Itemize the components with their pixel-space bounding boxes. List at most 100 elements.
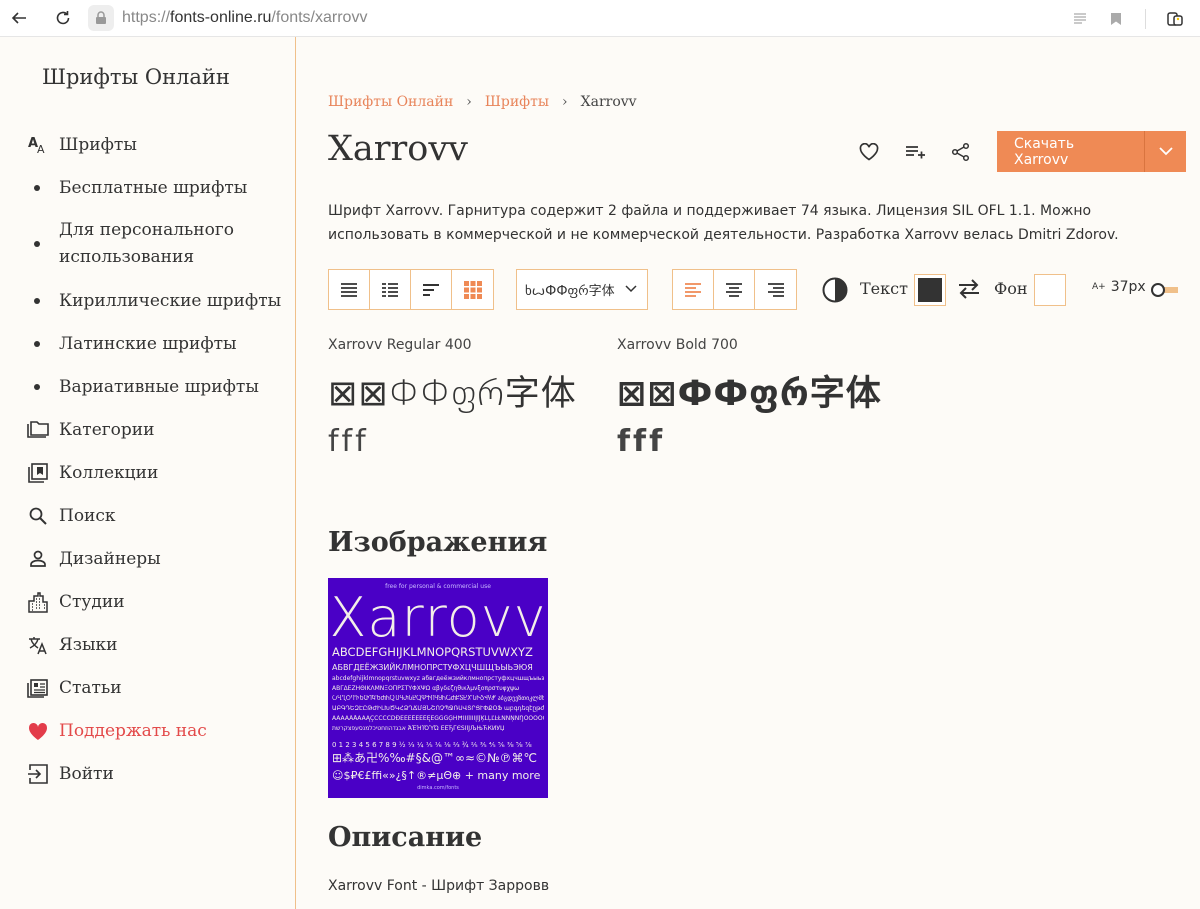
sidebar-item-label: Кириллические шрифты — [59, 290, 282, 311]
contrast-icon[interactable] — [822, 277, 848, 307]
style-name: Xarrovv Regular 400 — [328, 337, 472, 353]
add-to-list-icon[interactable] — [900, 137, 930, 167]
font-actions: Скачать Xarrovv — [854, 131, 1186, 172]
sidebar-item-label: Категории — [59, 419, 155, 440]
sidebar-item-fonts[interactable]: AA Шрифты — [26, 123, 294, 166]
breadcrumb: Шрифты Онлайн › Шрифты › Xarrovv — [328, 94, 637, 110]
sidebar-item-personal-use[interactable]: Для персонального использования — [26, 209, 294, 279]
align-toggle-group — [672, 269, 797, 310]
login-icon — [26, 762, 50, 786]
extension-icon[interactable] — [1160, 4, 1190, 34]
favorite-heart-icon[interactable] — [854, 137, 884, 167]
style-card-regular[interactable]: Xarrovv Regular 400 ⊠⊠ФФფრ字体 fff — [328, 337, 577, 459]
sidebar-item-label: Языки — [59, 634, 118, 655]
sidebar-item-label: Бесплатные шрифты — [59, 177, 248, 198]
sidebar-item-support[interactable]: Поддержать нас — [26, 709, 294, 752]
font-preview-image[interactable]: free for personal & commercial use Xarro… — [328, 578, 548, 798]
text-color-label: Текст — [860, 279, 908, 298]
sidebar-item-label: Дизайнеры — [59, 548, 161, 569]
sidebar-item-search[interactable]: Поиск — [26, 494, 294, 537]
sidebar-item-login[interactable]: Войти — [26, 752, 294, 795]
preview-line: ☺$₽€£ffi«»¿§↑®≠μΘ⊕ + many more — [332, 769, 541, 782]
font-size-control: A+ 37px — [1092, 279, 1146, 295]
reader-mode-icon[interactable] — [1065, 4, 1095, 34]
sidebar-item-label: Поиск — [59, 505, 116, 526]
images-heading: Изображения — [328, 527, 548, 558]
font-size-slider[interactable] — [1150, 282, 1178, 298]
style-sample-secondary: fff — [328, 424, 369, 459]
font-description: Шрифт Xarrovv. Гарнитура содержит 2 файл… — [328, 203, 1119, 243]
sidebar-item-label: Войти — [59, 763, 114, 784]
preview-line: АБВГДЕЁЖЗИЙКЛМНОПРСТУФХЦЧШЩЪЫЬЭЮЯ — [332, 663, 533, 672]
style-name: Xarrovv Bold 700 — [617, 337, 738, 353]
lock-icon[interactable] — [88, 5, 114, 31]
page-title: Xarrovv — [328, 129, 468, 169]
sidebar-item-articles[interactable]: Статьи — [26, 666, 294, 709]
url-prefix: https:// — [122, 9, 171, 26]
address-bar[interactable]: https://fonts-online.ru/fonts/xarrovv — [122, 9, 367, 27]
layout-compact-icon[interactable] — [411, 270, 452, 309]
preview-title: Xarrovv — [329, 586, 547, 649]
font-size-icon: A+ — [1092, 282, 1106, 292]
chevron-down-icon[interactable] — [1145, 131, 1186, 172]
sidebar-item-label: Поддержать нас — [59, 720, 207, 741]
chevron-down-icon — [625, 282, 637, 297]
download-label[interactable]: Скачать Xarrovv — [997, 131, 1145, 172]
sidebar-item-label: Латинские шрифты — [59, 333, 237, 354]
layout-grid-icon[interactable] — [452, 270, 493, 309]
description-heading: Описание — [328, 822, 483, 853]
preview-line: ÀÁÂÃÄÅĀĂĄÇĆĈĊČĎĐÈÉÊËĒĔĖĘĚĜĞĠĢĤĦÌÍÎÏĨĪĬĮİ… — [332, 715, 544, 722]
sidebar-item-variable[interactable]: Вариативные шрифты — [26, 365, 294, 408]
style-card-bold[interactable]: Xarrovv Bold 700 ⊠⊠ФФფრ字体 fff — [617, 337, 882, 459]
sample-text-select[interactable]: ხꙍФФფრ字体 — [516, 269, 648, 310]
collection-icon — [26, 461, 50, 485]
reload-icon[interactable] — [48, 3, 78, 33]
svg-text:A: A — [37, 143, 45, 155]
layout-columns-icon[interactable] — [370, 270, 411, 309]
layout-list-icon[interactable] — [329, 270, 370, 309]
browser-actions — [1065, 0, 1190, 37]
sidebar: Шрифты Онлайн AA Шрифты Бесплатные шрифт… — [0, 37, 296, 909]
site-logo[interactable]: Шрифты Онлайн — [42, 65, 230, 89]
breadcrumb-fonts[interactable]: Шрифты — [485, 94, 549, 110]
download-button[interactable]: Скачать Xarrovv — [997, 131, 1186, 172]
preview-line: אבגדהוזחטיכלמנסעפצקרשת ΆΈΉΊΌΎΏ ЀЁЂЃЄЅІЇЈ… — [332, 725, 505, 732]
style-sample-secondary: fff — [617, 424, 666, 459]
sidebar-item-free-fonts[interactable]: Бесплатные шрифты — [26, 166, 294, 209]
background-color-swatch[interactable] — [1034, 274, 1066, 306]
background-color-label: Фон — [994, 279, 1028, 298]
preview-line: ABCDEFGHIJKLMNOPQRSTUVWXYZ — [332, 646, 533, 659]
search-icon — [26, 504, 50, 528]
description-body: Xarrovv Font - Шрифт Зарровв — [328, 878, 550, 894]
sidebar-item-latin[interactable]: Латинские шрифты — [26, 322, 294, 365]
sidebar-item-label: Для персонального использования — [59, 220, 235, 267]
sidebar-item-categories[interactable]: Категории — [26, 408, 294, 451]
heart-icon — [26, 719, 50, 743]
style-sample: ⊠⊠ФФფრ字体 — [617, 374, 882, 414]
sidebar-item-label: Вариативные шрифты — [59, 376, 259, 397]
sidebar-item-cyrillic[interactable]: Кириллические шрифты — [26, 279, 294, 322]
sidebar-nav: AA Шрифты Бесплатные шрифты Для персонал… — [26, 123, 294, 795]
text-color-swatch[interactable] — [914, 274, 946, 306]
sidebar-item-label: Коллекции — [59, 462, 159, 483]
back-icon[interactable] — [4, 3, 34, 33]
sidebar-item-designers[interactable]: Дизайнеры — [26, 537, 294, 580]
sidebar-item-collections[interactable]: Коллекции — [26, 451, 294, 494]
breadcrumb-home[interactable]: Шрифты Онлайн — [328, 94, 453, 110]
share-icon[interactable] — [946, 137, 976, 167]
preview-line: ԱԲԳԴԵԶԷԸԹԺԻԼԽԾԿՀՁՂՃՄՅՆՇՈՉՊՋՌՍՎՏՐՑՒՓՔՕՖ ա… — [332, 705, 544, 712]
swap-colors-icon[interactable] — [956, 277, 982, 305]
sidebar-item-studios[interactable]: Студии — [26, 580, 294, 623]
preview-line: 0 1 2 3 4 5 6 7 8 9 ½ ⅓ ¼ ⅕ ⅙ ⅛ ⅔ ¾ ⅖ ⅗ … — [332, 741, 532, 749]
bullet-icon — [34, 297, 40, 304]
align-right-icon[interactable] — [755, 270, 796, 309]
preview-line: ΑΒΓΔΕΖΗΘΙΚΛΜΝΞΟΠΡΣΤΥΦΧΨΩ αβγδεζηθικλμνξο… — [332, 685, 520, 692]
chevron-right-icon: › — [466, 94, 472, 110]
folder-icon — [26, 418, 50, 442]
align-center-icon[interactable] — [714, 270, 755, 309]
preview-line: ႠႡႢႣႤႥႦႧႨႩႪႫႬႭႮႯႰႱႲႳႴႵႶႷႸႹႺႻႼႽႾႿჀჁჂჃჄჅ ა… — [332, 695, 544, 702]
align-left-icon[interactable] — [673, 270, 714, 309]
bookmark-icon[interactable] — [1101, 4, 1131, 34]
sample-text-value: ხꙍФФფრ字体 — [525, 284, 615, 299]
sidebar-item-languages[interactable]: Языки — [26, 623, 294, 666]
